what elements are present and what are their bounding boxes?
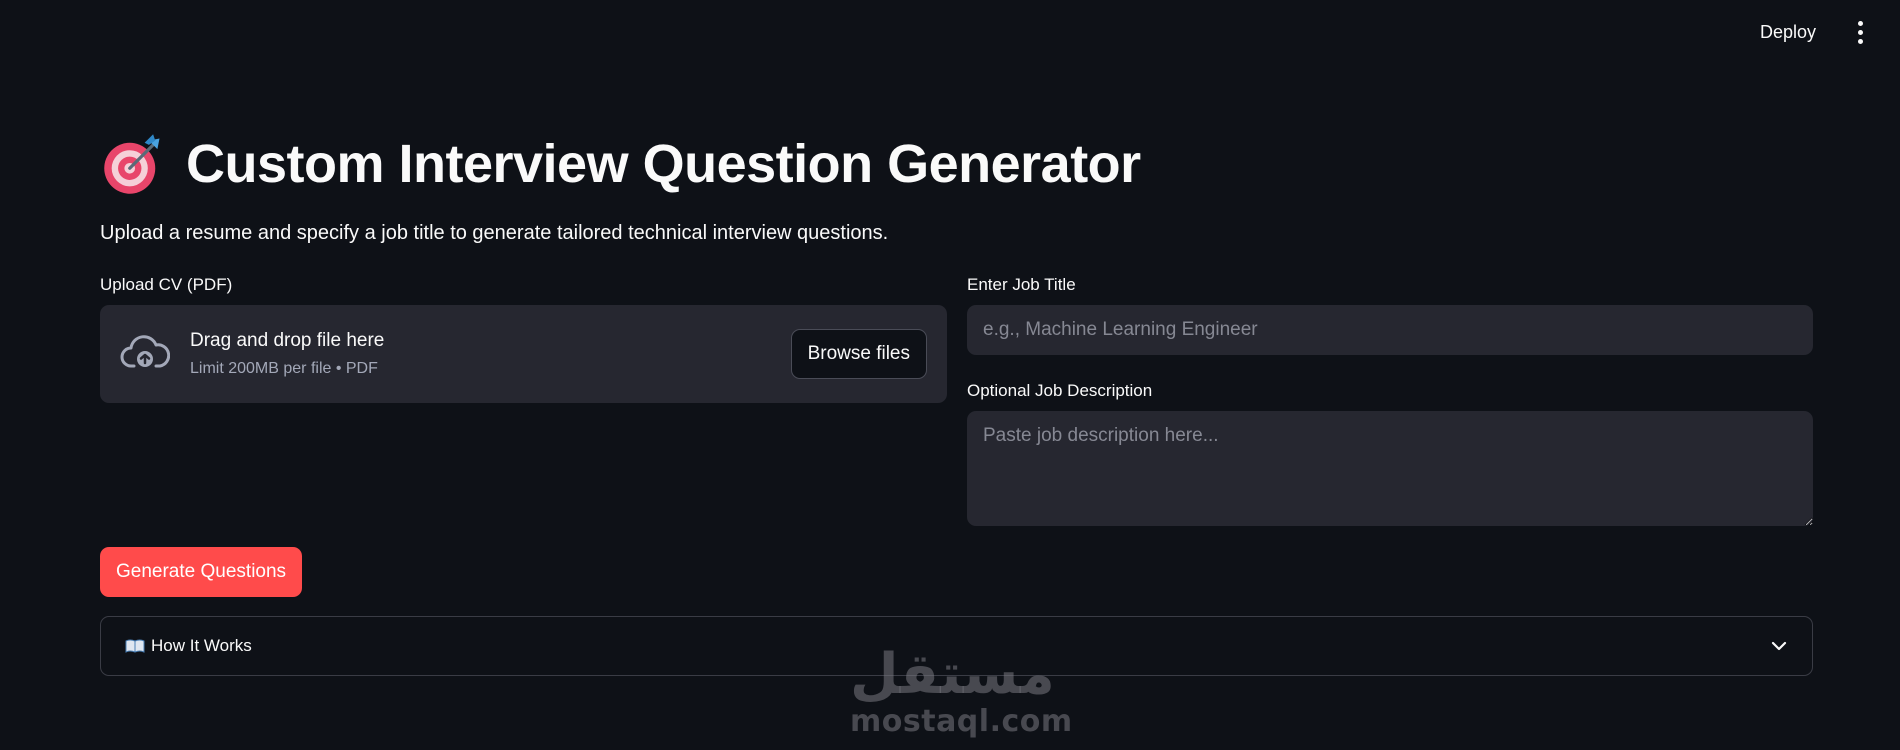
watermark-arabic: مستقل — [850, 642, 1055, 707]
watermark: مستقل mostaql.com — [850, 642, 1073, 739]
open-book-icon — [125, 639, 145, 653]
drag-drop-text: Drag and drop file here — [190, 330, 385, 351]
cloud-upload-icon — [120, 335, 170, 368]
top-header: Deploy — [1750, 0, 1900, 64]
deploy-button[interactable]: Deploy — [1750, 16, 1826, 49]
target-dart-icon — [104, 134, 160, 194]
browse-files-button[interactable]: Browse files — [790, 329, 927, 379]
app-root: Deploy Custom Interview Question Generat… — [0, 0, 1900, 750]
page-subtitle: Upload a resume and specify a job title … — [100, 222, 889, 244]
upload-cv-label: Upload CV (PDF) — [100, 275, 233, 294]
job-description-textarea[interactable] — [967, 411, 1813, 526]
kebab-menu-icon[interactable] — [1848, 17, 1872, 47]
upload-limit-text: Limit 200MB per file • PDF — [190, 360, 378, 377]
uploader-text: Drag and drop file here Limit 200MB per … — [190, 330, 791, 378]
generate-questions-button[interactable]: Generate Questions — [100, 547, 303, 597]
job-title-input[interactable] — [967, 305, 1813, 355]
chevron-down-icon[interactable] — [1770, 640, 1788, 652]
watermark-latin: mostaql.com — [850, 704, 1073, 739]
file-uploader-dropzone[interactable]: Drag and drop file here Limit 200MB per … — [100, 305, 947, 403]
page-title: Custom Interview Question Generator — [186, 134, 1141, 194]
page-title-row: Custom Interview Question Generator — [100, 130, 1141, 198]
job-title-label: Enter Job Title — [967, 275, 1076, 294]
job-description-label: Optional Job Description — [967, 381, 1153, 400]
